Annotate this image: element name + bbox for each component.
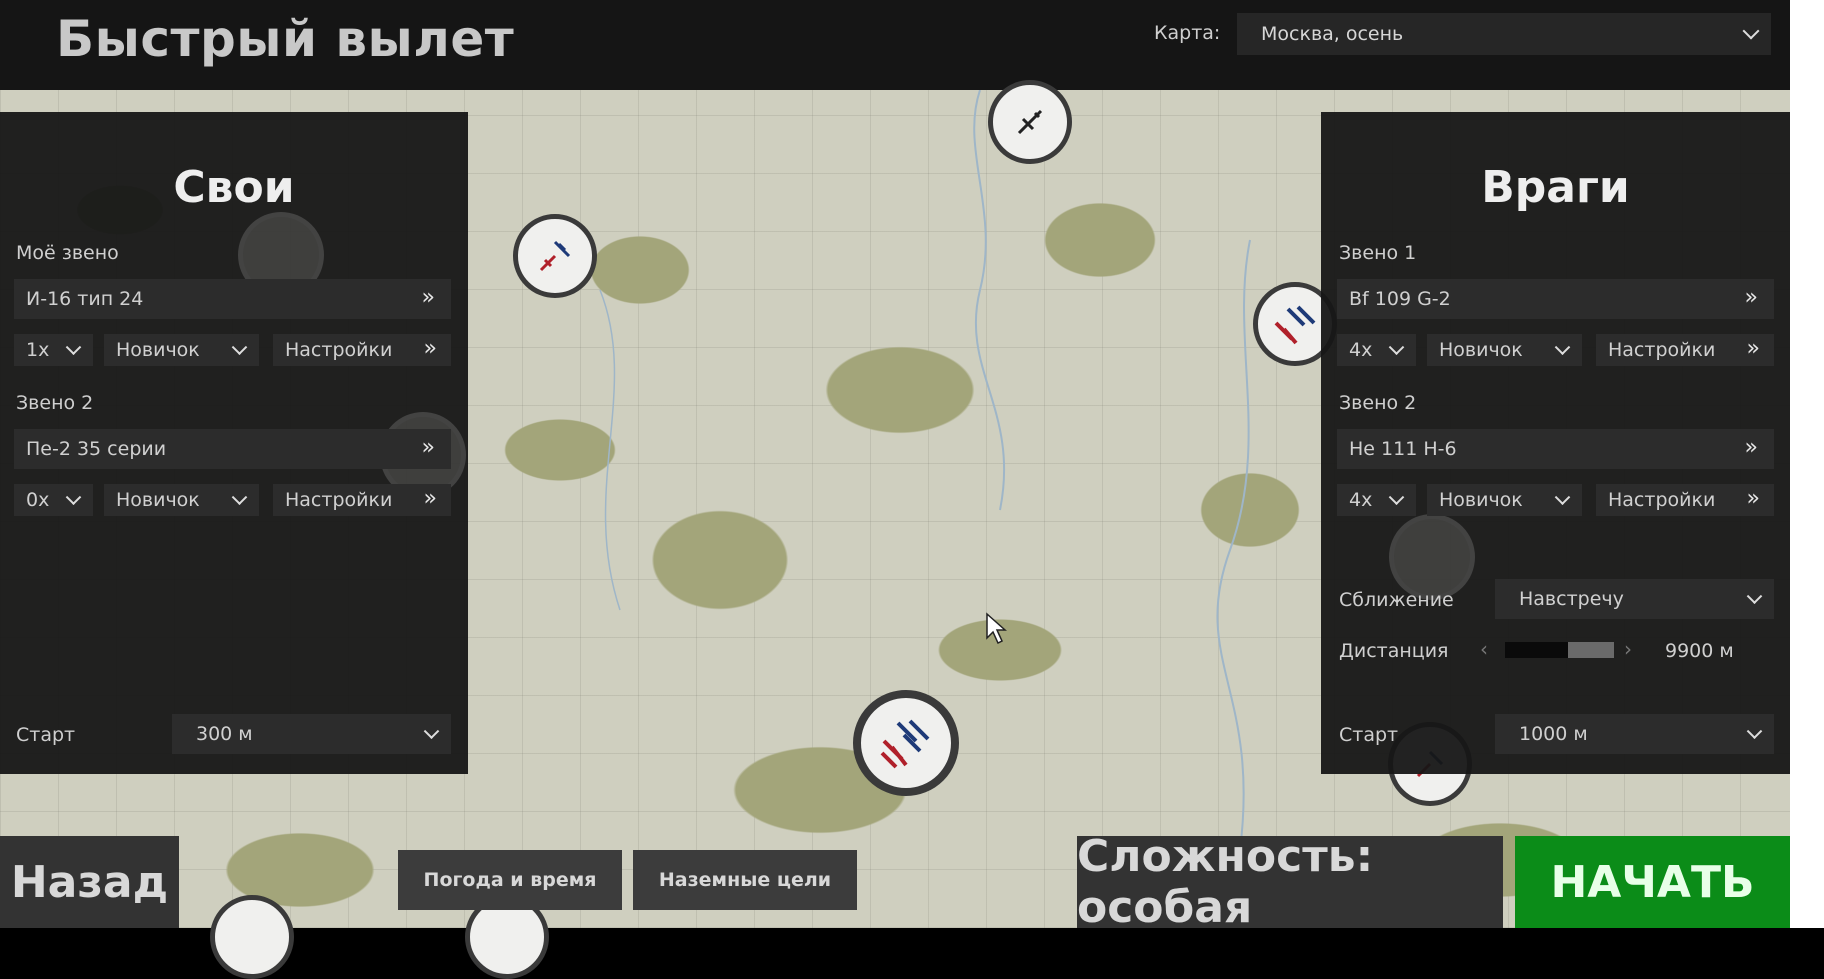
flight2-count-value: 0x	[26, 489, 50, 511]
enemy-panel: Враги Звено 1 Bf 109 G-2 » 4x Новичок На…	[1321, 112, 1790, 774]
chevron-down-icon	[65, 339, 82, 356]
flight1-skill-select[interactable]: Новичок	[104, 334, 259, 366]
difficulty-button[interactable]: Сложность: особая	[1077, 831, 1503, 933]
double-chevron-icon: »	[1744, 435, 1758, 460]
flight2-label: Звено 2	[16, 392, 94, 414]
map-label: Карта:	[1154, 22, 1221, 44]
double-chevron-icon: »	[1746, 336, 1760, 361]
back-button[interactable]: Назад	[0, 836, 179, 928]
friendly-title: Свои	[173, 162, 295, 213]
flight2-label: Звено 2	[1339, 392, 1417, 414]
start-button[interactable]: НАЧАТЬ	[1515, 836, 1790, 928]
distance-slider[interactable]	[1505, 642, 1614, 658]
map-marker	[1389, 514, 1475, 600]
flight1-settings-button[interactable]: Настройки »	[273, 334, 451, 366]
double-chevron-icon: »	[1746, 486, 1760, 511]
plane-icon	[1274, 305, 1316, 345]
approach-select[interactable]: Навстречу	[1495, 579, 1774, 619]
distance-slider-fill	[1568, 642, 1614, 658]
chevron-down-icon	[1554, 489, 1571, 506]
flight1-count-select[interactable]: 1x	[14, 334, 93, 366]
chevron-right-icon[interactable]: ›	[1624, 637, 1632, 661]
start-altitude-value: 1000 м	[1519, 723, 1588, 745]
enemy-flight2-skill-value: Новичок	[1439, 489, 1523, 511]
flight2-settings-label: Настройки	[285, 489, 393, 511]
double-chevron-icon: »	[1744, 285, 1758, 310]
flight2-settings-button[interactable]: Настройки »	[273, 484, 451, 516]
chevron-down-icon	[423, 723, 440, 740]
distance-value: 9900 м	[1665, 640, 1734, 662]
top-bar: Быстрый вылет Карта: Москва, осень	[0, 0, 1824, 90]
enemy-flight2-settings-button[interactable]: Настройки »	[1596, 484, 1774, 516]
chevron-down-icon	[65, 489, 82, 506]
enemy-flight1-skill-value: Новичок	[1439, 339, 1523, 361]
double-chevron-icon: »	[423, 486, 437, 511]
enemy-flight1-settings-button[interactable]: Настройки »	[1596, 334, 1774, 366]
chevron-down-icon	[1742, 22, 1760, 40]
start-label: Старт	[16, 724, 76, 746]
enemy-flight1-skill-select[interactable]: Новичок	[1427, 334, 1582, 366]
enemy-flight1-count-value: 4x	[1349, 339, 1373, 361]
map-select-value: Москва, осень	[1261, 23, 1404, 45]
chevron-down-icon	[1746, 588, 1763, 605]
weather-time-button[interactable]: Погода и время	[398, 850, 622, 910]
flight1-count-value: 1x	[26, 339, 50, 361]
start-label: Старт	[1339, 724, 1399, 746]
enemy-flight2-aircraft-select[interactable]: He 111 H-6 »	[1337, 429, 1774, 469]
enemy-title: Враги	[1481, 162, 1630, 213]
flight1-skill-value: Новичок	[116, 339, 200, 361]
plane-icon	[539, 240, 571, 272]
start-altitude-select[interactable]: 1000 м	[1495, 714, 1774, 754]
ground-targets-button[interactable]: Наземные цели	[633, 850, 857, 910]
start-altitude-value: 300 м	[196, 723, 253, 745]
enemy-flight1-settings-label: Настройки	[1608, 339, 1716, 361]
map-select[interactable]: Москва, осень	[1237, 13, 1771, 55]
plane-icon	[1017, 109, 1043, 135]
window-edge	[1790, 0, 1824, 928]
enemy-flight2-count-value: 4x	[1349, 489, 1373, 511]
map-marker[interactable]	[988, 80, 1072, 164]
enemy-flight1-aircraft-select[interactable]: Bf 109 G-2 »	[1337, 279, 1774, 319]
flight1-label: Звено 1	[1339, 242, 1417, 264]
flight2-skill-select[interactable]: Новичок	[104, 484, 259, 516]
flight1-aircraft-select[interactable]: И-16 тип 24 »	[14, 279, 451, 319]
chevron-down-icon	[1554, 339, 1571, 356]
map-marker-selected[interactable]	[853, 690, 959, 796]
enemy-flight1-aircraft-value: Bf 109 G-2	[1349, 288, 1451, 310]
page-title: Быстрый вылет	[56, 10, 515, 68]
approach-label: Сближение	[1339, 589, 1454, 611]
double-chevron-icon: »	[421, 285, 435, 310]
flight1-settings-label: Настройки	[285, 339, 393, 361]
enemy-flight2-settings-label: Настройки	[1608, 489, 1716, 511]
chevron-left-icon[interactable]: ‹	[1480, 637, 1488, 661]
flight2-count-select[interactable]: 0x	[14, 484, 93, 516]
chevron-down-icon	[231, 339, 248, 356]
flight1-aircraft-value: И-16 тип 24	[26, 288, 144, 310]
cursor-icon	[986, 612, 1007, 645]
flight2-skill-value: Новичок	[116, 489, 200, 511]
enemy-flight2-skill-select[interactable]: Новичок	[1427, 484, 1582, 516]
enemy-flight1-count-select[interactable]: 4x	[1337, 334, 1416, 366]
start-altitude-select[interactable]: 300 м	[172, 714, 451, 754]
double-chevron-icon: »	[421, 435, 435, 460]
flight2-aircraft-select[interactable]: Пе-2 35 серии »	[14, 429, 451, 469]
chevron-down-icon	[1388, 489, 1405, 506]
map-marker[interactable]	[210, 895, 294, 979]
friendly-panel: Свои Моё звено И-16 тип 24 » 1x Новичок …	[0, 112, 468, 774]
double-chevron-icon: »	[423, 336, 437, 361]
chevron-down-icon	[231, 489, 248, 506]
chevron-down-icon	[1746, 723, 1763, 740]
flight2-aircraft-value: Пе-2 35 серии	[26, 438, 167, 460]
map-marker[interactable]	[513, 214, 597, 298]
chevron-down-icon	[1388, 339, 1405, 356]
approach-value: Навстречу	[1519, 588, 1624, 610]
distance-label: Дистанция	[1339, 640, 1449, 662]
plane-icon	[880, 719, 930, 769]
enemy-flight2-count-select[interactable]: 4x	[1337, 484, 1416, 516]
flight1-label: Моё звено	[16, 242, 119, 264]
enemy-flight2-aircraft-value: He 111 H-6	[1349, 438, 1457, 460]
